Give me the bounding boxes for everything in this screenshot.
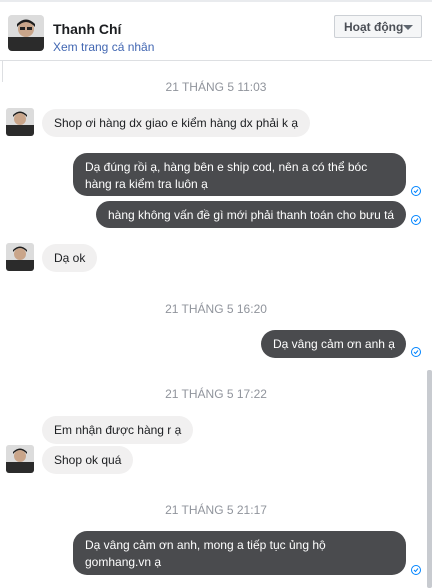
- message-text: hàng không vấn đề gì mới phải thanh toán…: [108, 208, 395, 222]
- timestamp: 21 THÁNG 5 21:17: [165, 503, 267, 517]
- timestamp: 21 THÁNG 5 11:03: [165, 80, 267, 94]
- outgoing-message: Dạ đúng rồi ạ, hàng bên e ship cod, nên …: [73, 153, 406, 196]
- incoming-message: Shop ok quá: [42, 446, 133, 474]
- message-text: Dạ đúng rồi ạ, hàng bên e ship cod, nên …: [85, 160, 368, 191]
- contact-avatar[interactable]: [8, 15, 44, 51]
- status-dropdown-button[interactable]: Hoạt động: [334, 15, 422, 38]
- scrollbar-thumb[interactable]: [427, 370, 432, 588]
- message-text: Em nhận được hàng r ạ: [54, 423, 182, 437]
- seen-check-icon: [411, 347, 421, 357]
- outgoing-message: Dạ vâng cảm ơn anh, mong a tiếp tục ủng …: [73, 531, 406, 575]
- sender-avatar[interactable]: [6, 445, 34, 473]
- status-label: Hoạt động: [344, 20, 404, 34]
- seen-check-icon: [411, 215, 421, 225]
- incoming-message: Shop ơi hàng dx giao e kiểm hàng dx phải…: [42, 109, 310, 137]
- outgoing-message: Dạ vâng cảm ơn anh ạ: [261, 330, 406, 358]
- timestamp: 21 THÁNG 5 16:20: [165, 302, 267, 316]
- message-text: Dạ vâng cảm ơn anh, mong a tiếp tục ủng …: [85, 538, 326, 569]
- outgoing-message: hàng không vấn đề gì mới phải thanh toán…: [96, 201, 406, 228]
- incoming-message: Dạ ok: [42, 244, 97, 272]
- incoming-message: Em nhận được hàng r ạ: [42, 416, 193, 444]
- message-text: Shop ơi hàng dx giao e kiểm hàng dx phải…: [54, 116, 299, 130]
- chat-header: Thanh Chí Xem trang cá nhân Hoạt động: [0, 2, 432, 61]
- view-profile-link[interactable]: Xem trang cá nhân: [53, 40, 154, 54]
- seen-check-icon: [411, 186, 421, 196]
- sender-avatar[interactable]: [6, 243, 34, 271]
- timestamp: 21 THÁNG 5 17:22: [165, 387, 267, 401]
- contact-name[interactable]: Thanh Chí: [53, 21, 121, 37]
- message-text: Dạ ok: [54, 251, 86, 265]
- divider: [2, 60, 3, 82]
- sender-avatar[interactable]: [6, 108, 34, 136]
- message-text: Shop ok quá: [54, 453, 122, 467]
- seen-check-icon: [411, 565, 421, 575]
- caret-down-icon: [403, 25, 413, 30]
- message-text: Dạ vâng cảm ơn anh ạ: [273, 337, 395, 351]
